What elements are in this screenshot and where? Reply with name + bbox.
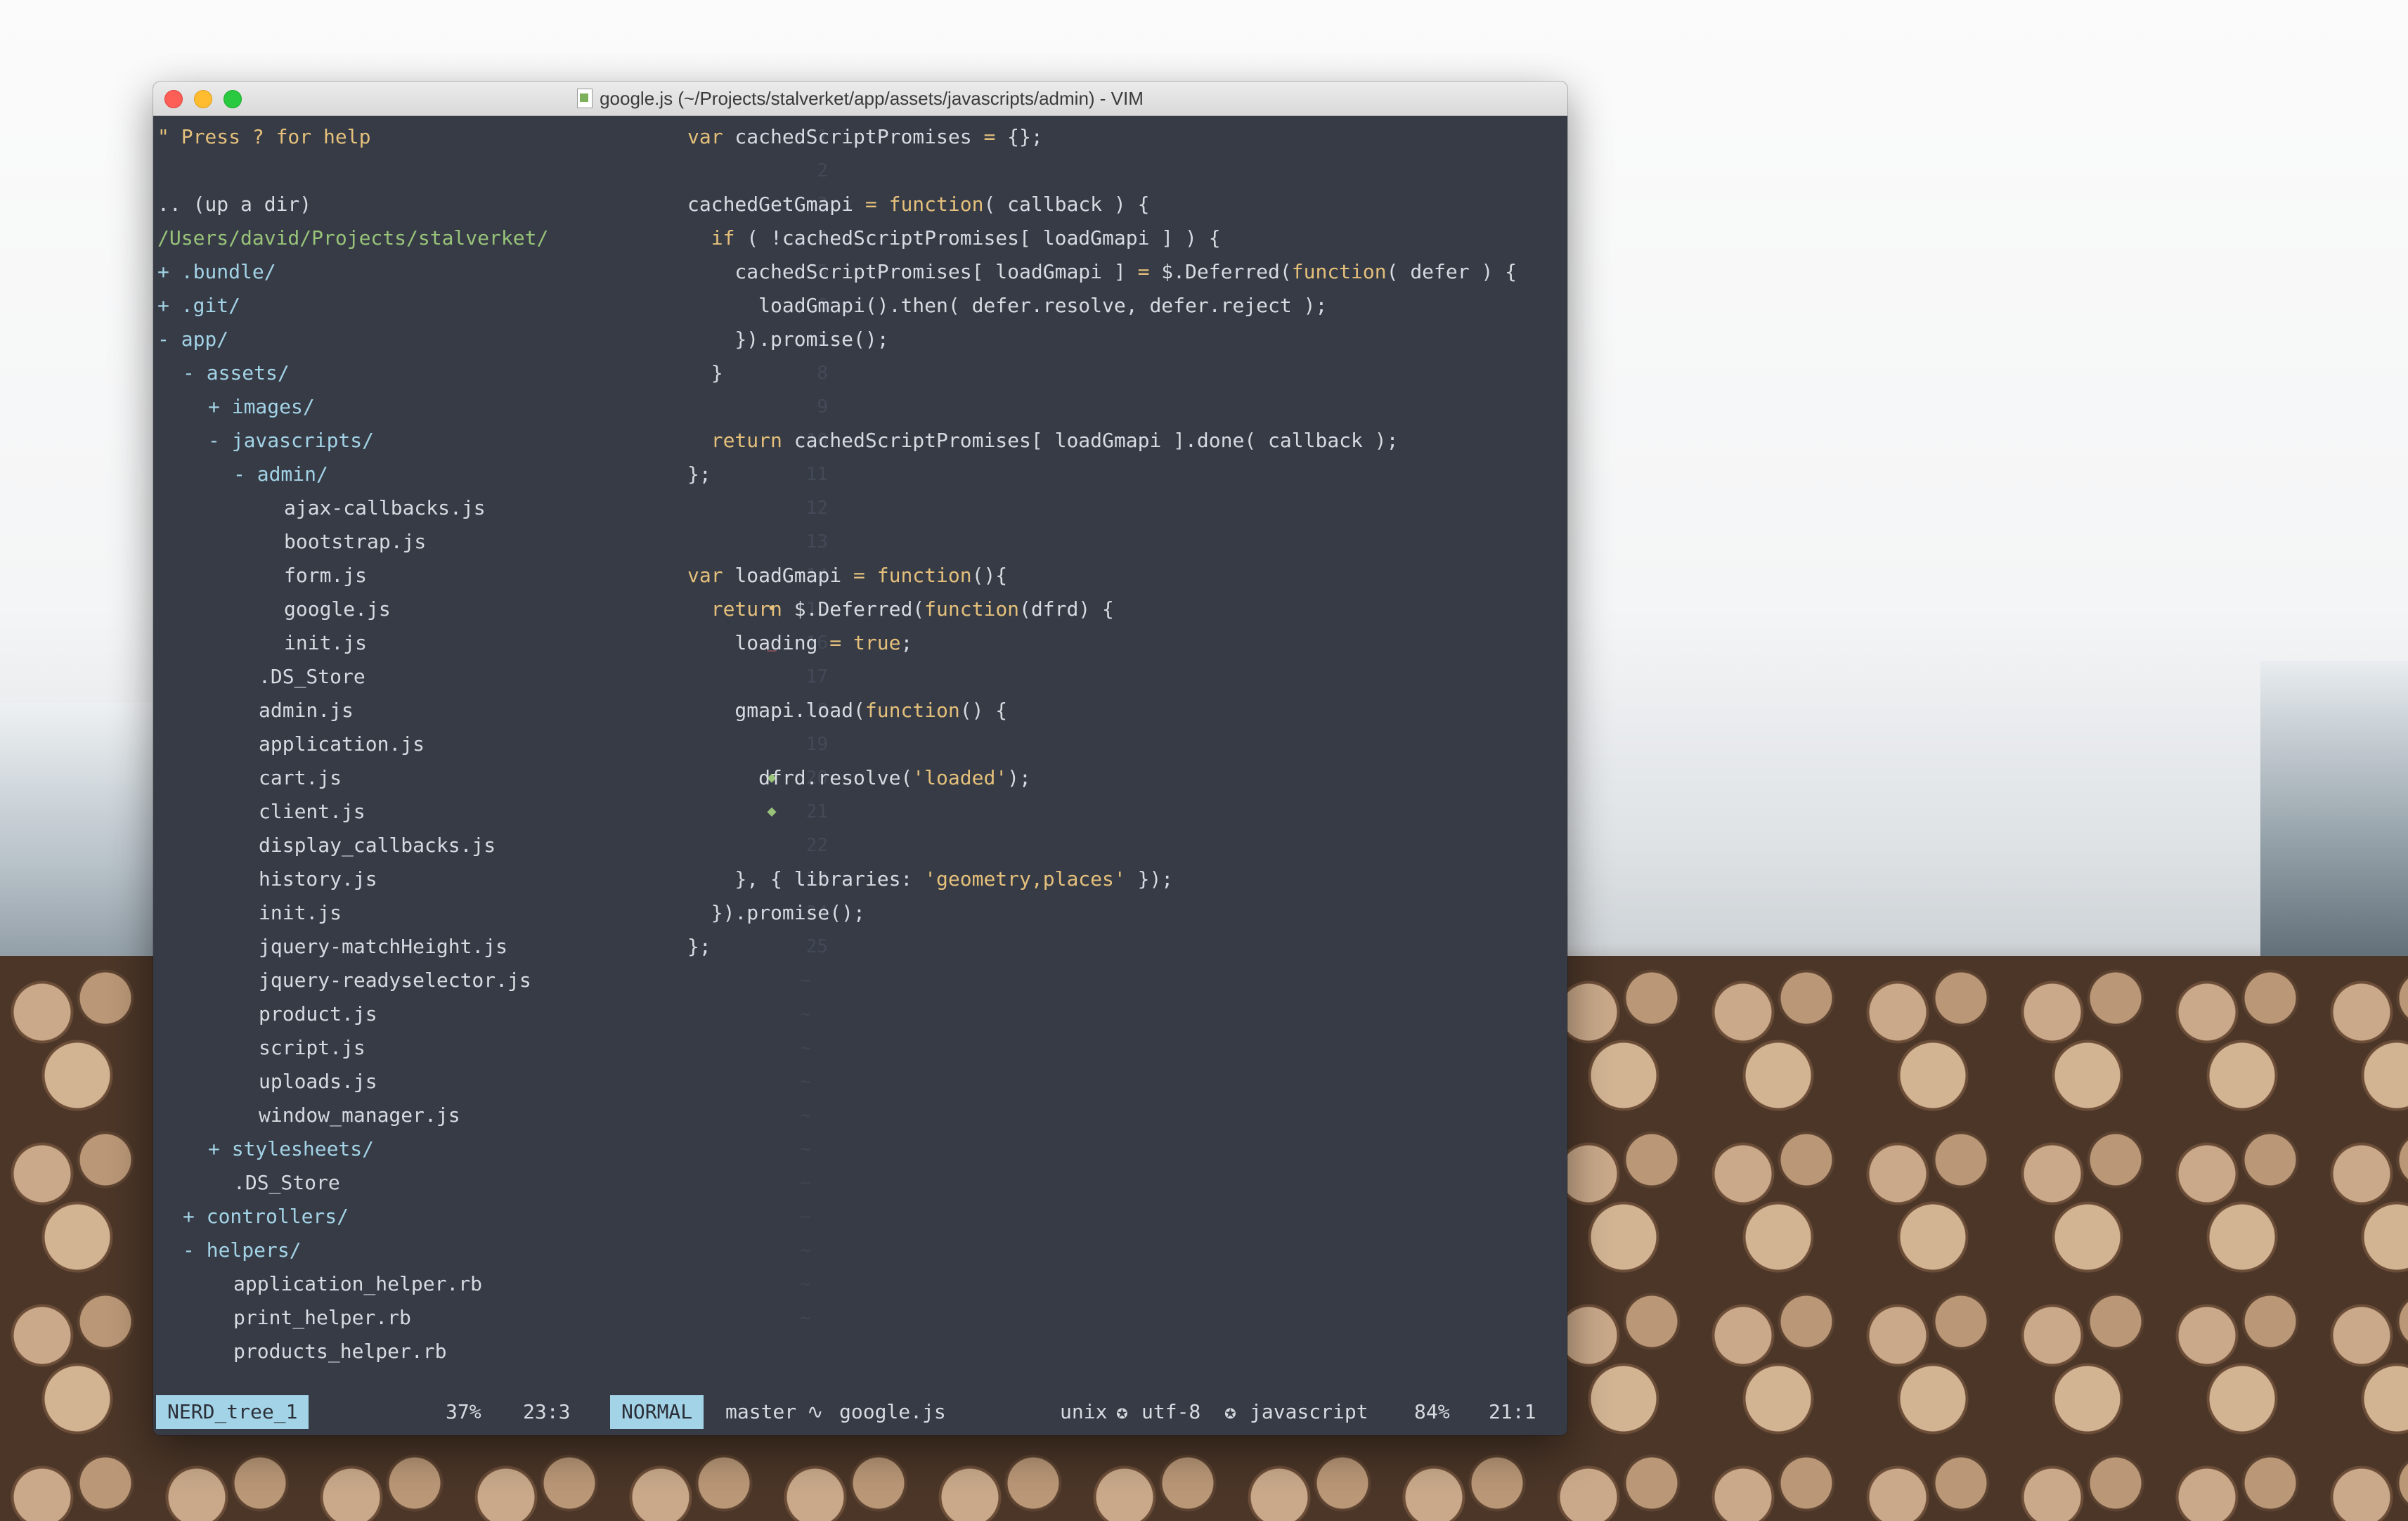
file-format: unix — [1060, 1400, 1108, 1423]
code-line[interactable] — [687, 525, 1567, 559]
nerdtree-mode-badge: NERD_tree_1 — [156, 1395, 309, 1429]
empty-line-tilde: ~ — [800, 1240, 811, 1261]
separator-icon: ✪ — [1224, 1400, 1236, 1423]
code-line[interactable]: } — [687, 356, 1567, 390]
code-line[interactable]: }, { libraries: 'geometry,places' }); — [687, 862, 1567, 896]
desktop-forest-left — [0, 703, 169, 970]
file-type: javascript — [1250, 1400, 1368, 1423]
tree-file-item[interactable]: script.js — [259, 1031, 863, 1065]
code-line[interactable]: return $.Deferred(function(dfrd) { — [687, 593, 1567, 626]
code-line[interactable]: loading = true; — [687, 626, 1567, 660]
code-line[interactable] — [687, 390, 1567, 424]
code-line[interactable]: cachedGetGmapi = function( callback ) { — [687, 188, 1567, 221]
code-line[interactable] — [687, 154, 1567, 188]
vim-content[interactable]: " Press ? for help .. (up a dir) /Users/… — [153, 116, 1567, 1435]
window-title: google.js (~/Projects/stalverket/app/ass… — [577, 88, 1144, 110]
tree-dir-item[interactable]: + .bundle/ — [157, 255, 762, 289]
empty-line-tilde: ~ — [800, 1105, 811, 1126]
desktop-forest-right — [2260, 661, 2408, 970]
cursor-position: 21:1 — [1489, 1400, 1536, 1423]
git-branch: master — [725, 1400, 797, 1423]
branch-separator-icon: ∿ — [807, 1400, 824, 1423]
tree-file-item[interactable]: window_manager.js — [259, 1099, 863, 1132]
nerdtree-percent: 37% — [446, 1400, 481, 1423]
vim-window: google.js (~/Projects/stalverket/app/ass… — [153, 82, 1567, 1435]
nerdtree-position: 23:3 — [523, 1400, 571, 1423]
code-line[interactable]: dfrd.resolve('loaded'); — [687, 761, 1567, 795]
code-line[interactable]: cachedScriptPromises[ loadGmapi ] = $.De… — [687, 255, 1567, 289]
empty-line-tilde: ~ — [800, 1139, 811, 1160]
code-line[interactable]: }).promise(); — [687, 323, 1567, 356]
minimize-button[interactable] — [194, 90, 212, 108]
code-line[interactable]: if ( !cachedScriptPromises[ loadGmapi ] … — [687, 221, 1567, 255]
code-line[interactable]: }).promise(); — [687, 896, 1567, 930]
code-line[interactable]: gmapi.load(function() { — [687, 694, 1567, 727]
zoom-button[interactable] — [224, 90, 242, 108]
code-line[interactable]: }; — [687, 930, 1567, 964]
tree-file-item[interactable]: product.js — [259, 997, 863, 1031]
nerdtree-root[interactable]: /Users/david/Projects/stalverket/ — [157, 221, 762, 255]
tree-dir-item[interactable]: + stylesheets/ — [208, 1132, 813, 1166]
code-line[interactable]: var cachedScriptPromises = {}; — [687, 120, 1567, 154]
separator-icon: ✪ — [1116, 1400, 1128, 1423]
tree-file-item[interactable]: application_helper.rb — [233, 1267, 838, 1301]
tree-file-item[interactable]: .DS_Store — [233, 1166, 838, 1200]
window-controls — [164, 90, 242, 108]
window-title-text: google.js (~/Projects/stalverket/app/ass… — [600, 87, 1144, 109]
file-encoding: utf-8 — [1141, 1400, 1201, 1423]
document-icon — [577, 89, 593, 108]
nerdtree-up-dir[interactable]: .. (up a dir) — [157, 188, 762, 221]
code-line[interactable]: loadGmapi().then( defer.resolve, defer.r… — [687, 289, 1567, 323]
file-name: google.js — [839, 1400, 946, 1423]
scroll-percent: 84% — [1414, 1400, 1450, 1423]
tree-dir-item[interactable]: + controllers/ — [183, 1200, 787, 1234]
code-line[interactable] — [687, 660, 1567, 694]
nerdtree-help: " Press ? for help — [157, 125, 371, 148]
tree-dir-item[interactable]: - app/ — [157, 323, 762, 356]
code-line[interactable]: return cachedScriptPromises[ loadGmapi ]… — [687, 424, 1567, 458]
tree-file-item[interactable]: print_helper.rb — [233, 1301, 838, 1335]
tree-file-item[interactable]: products_helper.rb — [233, 1335, 838, 1368]
empty-line-tilde: ~ — [800, 970, 811, 991]
code-line[interactable] — [687, 727, 1567, 761]
empty-line-tilde: ~ — [800, 1037, 811, 1059]
code-line[interactable]: }; — [687, 458, 1567, 491]
tree-file-item[interactable]: uploads.js — [259, 1065, 863, 1099]
tree-dir-item[interactable]: - helpers/ — [183, 1234, 787, 1267]
mode-badge: NORMAL — [610, 1395, 704, 1429]
empty-line-tilde: ~ — [800, 1172, 811, 1193]
code-line[interactable] — [687, 795, 1567, 829]
code-line[interactable] — [687, 491, 1567, 525]
tree-dir-item[interactable]: + .git/ — [157, 289, 762, 323]
close-button[interactable] — [164, 90, 183, 108]
empty-line-tilde: ~ — [800, 1274, 811, 1295]
code-line[interactable]: var loadGmapi = function(){ — [687, 559, 1567, 593]
title-bar[interactable]: google.js (~/Projects/stalverket/app/ass… — [153, 82, 1567, 116]
empty-line-tilde: ~ — [800, 1004, 811, 1025]
empty-line-tilde: ~ — [800, 1206, 811, 1227]
empty-line-tilde: ~ — [800, 1307, 811, 1328]
tree-file-item[interactable]: jquery-readyselector.js — [259, 964, 863, 997]
status-line: NERD_tree_1 37% 23:3 NORMAL master ∿ goo… — [153, 1395, 1567, 1429]
command-line[interactable]: "app/assets/javascripts/admin/google.js"… — [157, 1429, 845, 1435]
code-line[interactable] — [687, 829, 1567, 862]
empty-line-tilde: ~ — [800, 1071, 811, 1092]
